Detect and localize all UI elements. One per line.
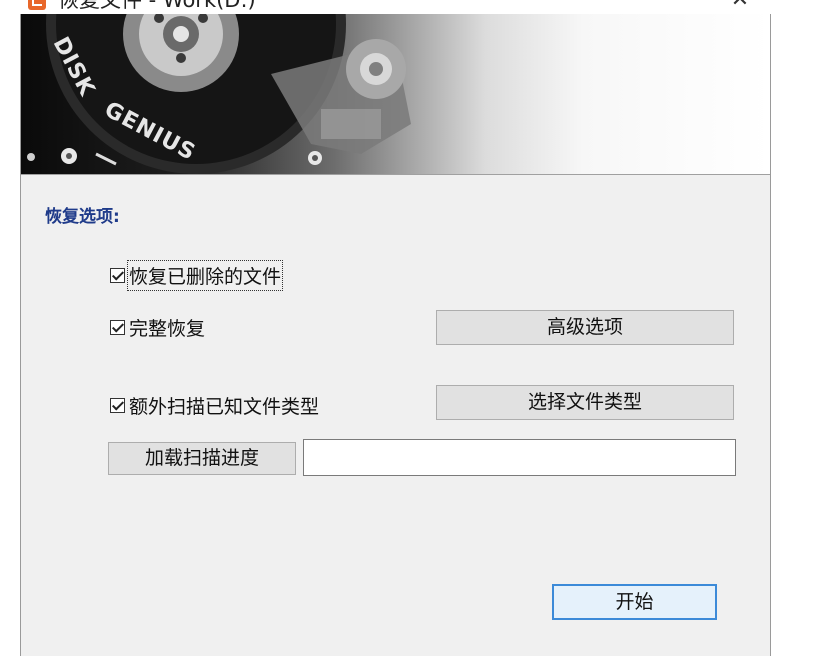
recover-files-dialog: DISK GENIUS 恢复选项: 恢复已删除的文件 完整恢复 高级选项 额外扫… <box>20 14 771 656</box>
banner: DISK GENIUS <box>21 14 770 175</box>
app-icon <box>28 0 46 10</box>
extra-scan-label: 额外扫描已知文件类型 <box>129 396 320 418</box>
recovery-options-title: 恢复选项: <box>45 207 120 227</box>
check-icon[interactable] <box>110 268 125 283</box>
svg-text:GENIUS: GENIUS <box>100 97 200 166</box>
full-recover-checkbox[interactable]: 完整恢复 <box>110 314 205 341</box>
check-icon[interactable] <box>110 398 125 413</box>
select-file-types-button[interactable]: 选择文件类型 <box>436 385 734 420</box>
svg-text:DISK: DISK <box>48 33 100 101</box>
window-title: 恢复文件 - Work(D:) <box>58 0 256 12</box>
load-scan-progress-button[interactable]: 加载扫描进度 <box>108 442 296 475</box>
full-recover-label: 完整恢复 <box>129 318 206 340</box>
close-icon[interactable]: ✕ <box>722 0 758 12</box>
title-bar: 恢复文件 - Work(D:) ✕ <box>0 0 771 14</box>
disk-genius-logo: DISK GENIUS <box>48 33 200 166</box>
advanced-options-button[interactable]: 高级选项 <box>436 310 734 345</box>
check-icon[interactable] <box>110 320 125 335</box>
recover-deleted-label: 恢复已删除的文件 <box>126 260 284 291</box>
extra-scan-checkbox[interactable]: 额外扫描已知文件类型 <box>110 392 319 419</box>
scan-progress-path-input[interactable] <box>303 439 736 476</box>
start-button[interactable]: 开始 <box>552 584 717 620</box>
recover-deleted-checkbox[interactable]: 恢复已删除的文件 <box>110 260 284 291</box>
